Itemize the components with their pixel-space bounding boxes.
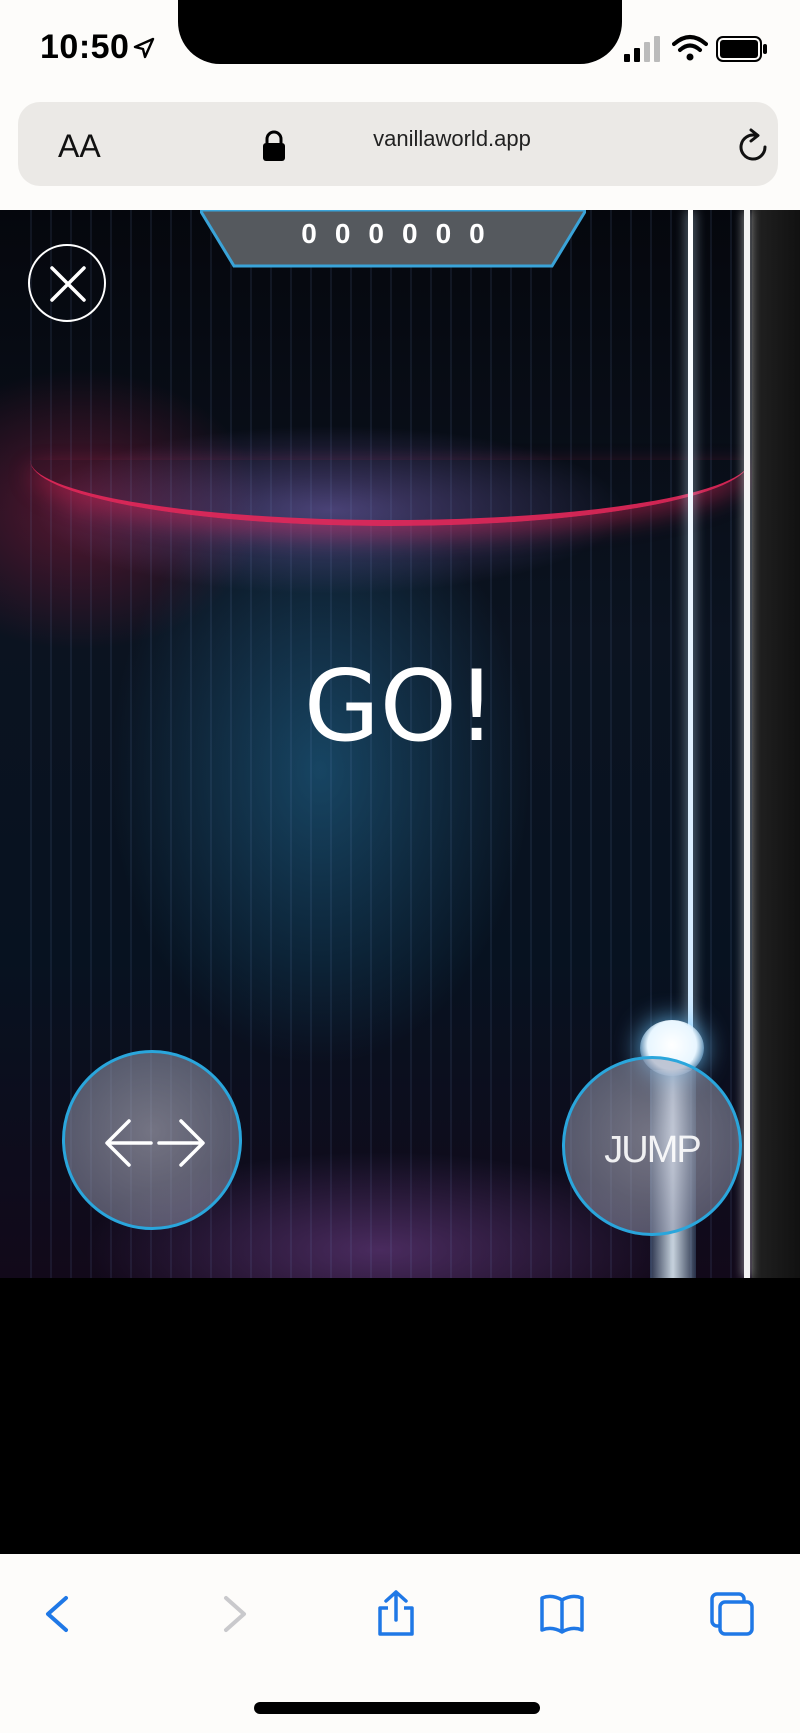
- bookmarks-icon[interactable]: [538, 1590, 586, 1638]
- lock-icon: [263, 130, 285, 161]
- battery-icon: [716, 36, 767, 62]
- wifi-icon: [672, 35, 708, 61]
- move-button[interactable]: [62, 1050, 242, 1230]
- notch: [178, 0, 622, 64]
- status-time: 10:50: [40, 28, 130, 66]
- score-display: 000000: [301, 218, 503, 249]
- status-bar: 10:50: [0, 0, 800, 100]
- tabs-icon[interactable]: [708, 1590, 756, 1638]
- close-icon: [50, 266, 86, 302]
- reload-icon[interactable]: [734, 128, 772, 166]
- cellular-signal-icon: [624, 36, 660, 62]
- left-right-arrows-icon: [105, 1119, 205, 1167]
- phone-screen: 10:50 AA vanillaworld.app 000000 GO! JUM…: [0, 0, 800, 1733]
- jump-button[interactable]: JUMP: [562, 1056, 742, 1236]
- jump-button-label: JUMP: [604, 1129, 701, 1171]
- close-game-button[interactable]: [28, 244, 106, 322]
- text-size-button[interactable]: AA: [58, 128, 101, 165]
- game-canvas[interactable]: 000000 GO! JUMP: [0, 210, 800, 1278]
- address-bar[interactable]: AA vanillaworld.app: [18, 102, 778, 186]
- go-message: GO!: [303, 650, 497, 764]
- home-indicator: [254, 1702, 540, 1714]
- forward-icon[interactable]: [208, 1590, 256, 1638]
- browser-toolbar: [0, 1554, 800, 1733]
- back-icon[interactable]: [36, 1590, 84, 1638]
- text-size-label: AA: [58, 128, 101, 164]
- location-arrow-icon: [133, 37, 155, 59]
- address-bar-area: AA vanillaworld.app: [0, 100, 800, 210]
- light-rail: [688, 210, 693, 1060]
- url-text[interactable]: vanillaworld.app: [318, 126, 586, 152]
- share-icon[interactable]: [372, 1590, 420, 1638]
